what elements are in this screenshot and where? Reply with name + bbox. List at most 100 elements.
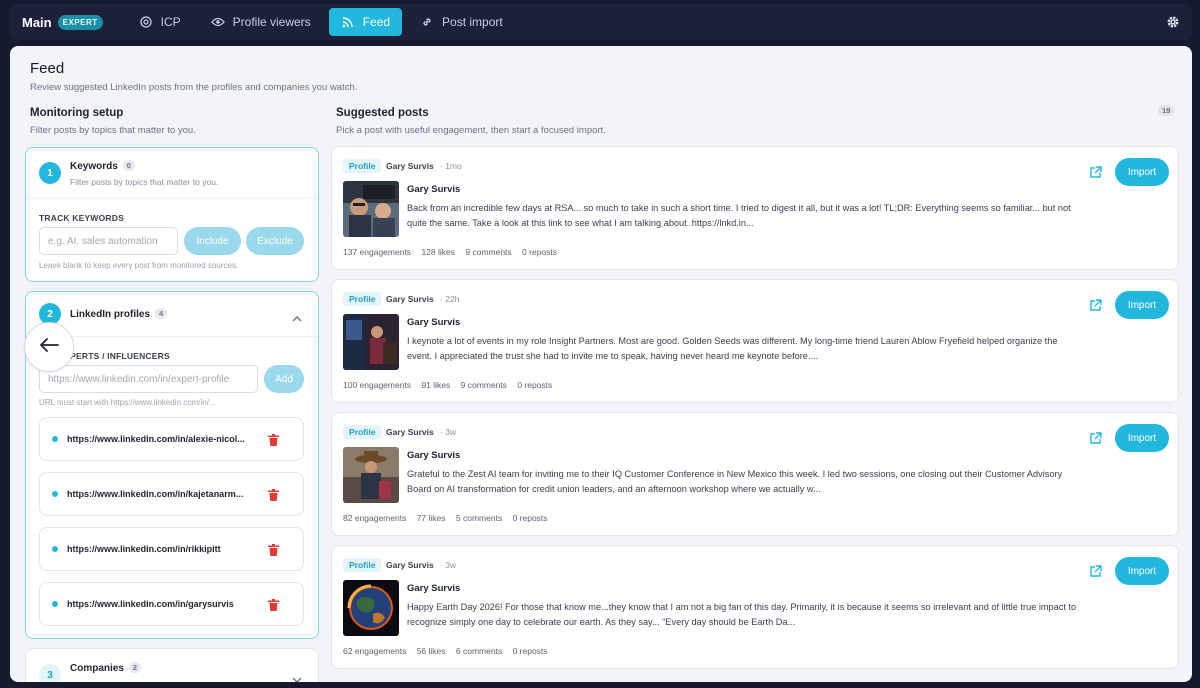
reposts-count: 0 reposts xyxy=(512,513,548,523)
profile-list-item: https://www.linkedin.com/in/rikkipitt xyxy=(39,527,304,571)
nav-item-profile-viewers[interactable]: Profile viewers xyxy=(199,8,323,36)
import-button[interactable]: Import xyxy=(1115,291,1169,319)
nav-label: Feed xyxy=(362,15,391,29)
nav-item-post-import[interactable]: Post import xyxy=(408,8,515,36)
profiles-title-text: LinkedIn profiles xyxy=(70,309,151,320)
trash-icon[interactable] xyxy=(268,543,280,556)
keywords-title: Keywords 0 xyxy=(70,160,135,172)
profile-url[interactable]: https://www.linkedin.com/in/alexie-nicol… xyxy=(67,434,262,444)
post-author[interactable]: Gary Survis xyxy=(407,184,460,195)
post-stats: 62 engagements 56 likes 6 comments 0 rep… xyxy=(343,646,556,656)
trash-icon[interactable] xyxy=(268,433,280,446)
keywords-hint: Leave blank to keep every post from moni… xyxy=(39,261,239,270)
companies-title-text: Companies xyxy=(70,663,124,674)
post-image-burning-earth[interactable] xyxy=(343,580,399,636)
feed-panel: Feed Review suggested LinkedIn posts fro… xyxy=(10,46,1192,682)
engagements-count: 82 engagements xyxy=(343,513,407,523)
status-dot xyxy=(52,546,58,552)
post-source-author: Gary Survis xyxy=(386,560,434,570)
nav-label: Profile viewers xyxy=(232,15,311,29)
include-button[interactable]: Include xyxy=(184,227,241,255)
keywords-input[interactable]: e.g. AI, sales automation xyxy=(39,227,178,255)
step-number: 1 xyxy=(39,162,61,184)
likes-count: 128 likes xyxy=(421,247,455,257)
post-card: Profile Gary Survis · 3w Gary Survis Hap… xyxy=(331,545,1179,669)
link-icon xyxy=(420,15,434,29)
chevron-up-icon[interactable] xyxy=(292,309,302,327)
rss-icon xyxy=(341,15,355,29)
status-dot xyxy=(52,601,58,607)
post-source-tag: Profile xyxy=(343,159,382,173)
trash-icon[interactable] xyxy=(268,488,280,501)
page-title: Feed xyxy=(30,60,65,77)
post-author[interactable]: Gary Survis xyxy=(407,450,460,461)
profile-list-item: https://www.linkedin.com/in/kajetanarm..… xyxy=(39,472,304,516)
gear-icon[interactable] xyxy=(1166,15,1180,29)
post-image-cowboy-hat-speaker[interactable] xyxy=(343,447,399,503)
profile-list-item: https://www.linkedin.com/in/alexie-nicol… xyxy=(39,417,304,461)
post-text: Happy Earth Day 2026! For those that kno… xyxy=(407,602,1077,627)
arrow-left-icon xyxy=(39,337,59,358)
profile-list-item: https://www.linkedin.com/in/garysurvis xyxy=(39,582,304,626)
post-text: Back from an incredible few days at RSA.… xyxy=(407,203,1071,228)
reposts-count: 0 reposts xyxy=(512,646,548,656)
post-card: Profile Gary Survis · 22h Gary Survis I … xyxy=(331,279,1179,403)
import-button[interactable]: Import xyxy=(1115,424,1169,452)
workspace-switcher[interactable]: Main EXPERT xyxy=(22,14,103,30)
profile-url[interactable]: https://www.linkedin.com/in/kajetanarm..… xyxy=(67,489,262,499)
keywords-subtitle: Filter posts by topics that matter to yo… xyxy=(70,177,219,187)
suggested-posts-subtitle: Pick a post with useful engagement, then… xyxy=(336,125,606,136)
posts-count-badge: 19 xyxy=(1158,105,1175,116)
post-time-value: 3w xyxy=(445,560,457,570)
post-time: · 3w xyxy=(440,560,457,570)
comments-count: 5 comments xyxy=(455,513,503,523)
nav-item-icp[interactable]: ICP xyxy=(127,8,193,36)
post-source-tag: Profile xyxy=(343,425,382,439)
companies-card[interactable]: 3 Companies 2 xyxy=(25,648,319,682)
post-image-keynote-speaker[interactable] xyxy=(343,314,399,370)
exclude-button[interactable]: Exclude xyxy=(246,227,304,255)
likes-count: 91 likes xyxy=(421,380,451,390)
post-source-author: Gary Survis xyxy=(386,427,434,437)
nav-item-feed[interactable]: Feed xyxy=(328,8,403,36)
add-profile-button[interactable]: Add xyxy=(264,365,304,393)
keywords-card: 1 Keywords 0 Filter posts by topics that … xyxy=(25,147,319,282)
chevron-down-icon[interactable] xyxy=(292,671,302,682)
post-image-conference-selfie[interactable] xyxy=(343,181,399,237)
external-link-icon[interactable] xyxy=(1089,299,1103,313)
post-card: Profile Gary Survis · 1mo Gary Survis Ba… xyxy=(331,146,1179,270)
profile-url-hint: URL must start with https://www.linkedin… xyxy=(39,398,216,407)
external-link-icon[interactable] xyxy=(1089,166,1103,180)
likes-count: 56 likes xyxy=(416,646,446,656)
profile-url-input[interactable]: https://www.linkedin.com/in/expert-profi… xyxy=(39,365,258,393)
post-author[interactable]: Gary Survis xyxy=(407,317,460,328)
top-navigation-bar: Main EXPERT ICP Profile viewers Feed Pos… xyxy=(10,4,1192,40)
engagements-count: 137 engagements xyxy=(343,247,412,257)
profile-url-placeholder: https://www.linkedin.com/in/expert-profi… xyxy=(48,373,230,385)
post-source-author: Gary Survis xyxy=(386,161,434,171)
monitoring-setup-subtitle: Filter posts by topics that matter to yo… xyxy=(30,125,196,136)
reposts-count: 0 reposts xyxy=(522,247,558,257)
profile-url[interactable]: https://www.linkedin.com/in/rikkipitt xyxy=(67,544,262,554)
external-link-icon[interactable] xyxy=(1089,432,1103,446)
back-button[interactable] xyxy=(24,322,74,372)
post-text: Grateful to the Zest AI team for invitin… xyxy=(407,469,1063,494)
profile-url[interactable]: https://www.linkedin.com/in/garysurvis xyxy=(67,599,262,609)
main-nav: ICP Profile viewers Feed Post import xyxy=(127,8,521,36)
page-subtitle: Review suggested LinkedIn posts from the… xyxy=(30,82,358,93)
keywords-placeholder: e.g. AI, sales automation xyxy=(48,235,158,247)
post-time-value: 1mo xyxy=(445,161,462,171)
track-keywords-label: TRACK KEYWORDS xyxy=(39,213,124,223)
post-author[interactable]: Gary Survis xyxy=(407,583,460,594)
comments-count: 6 comments xyxy=(455,646,503,656)
nav-label: Post import xyxy=(442,15,503,29)
external-link-icon[interactable] xyxy=(1089,565,1103,579)
post-card: Profile Gary Survis · 3w Gary Survis Gra… xyxy=(331,412,1179,536)
import-button[interactable]: Import xyxy=(1115,158,1169,186)
target-icon xyxy=(139,15,153,29)
profiles-count: 4 xyxy=(155,308,168,319)
trash-icon[interactable] xyxy=(268,598,280,611)
companies-title: Companies 2 xyxy=(70,662,142,674)
post-time: · 1mo xyxy=(440,161,462,171)
import-button[interactable]: Import xyxy=(1115,557,1169,585)
